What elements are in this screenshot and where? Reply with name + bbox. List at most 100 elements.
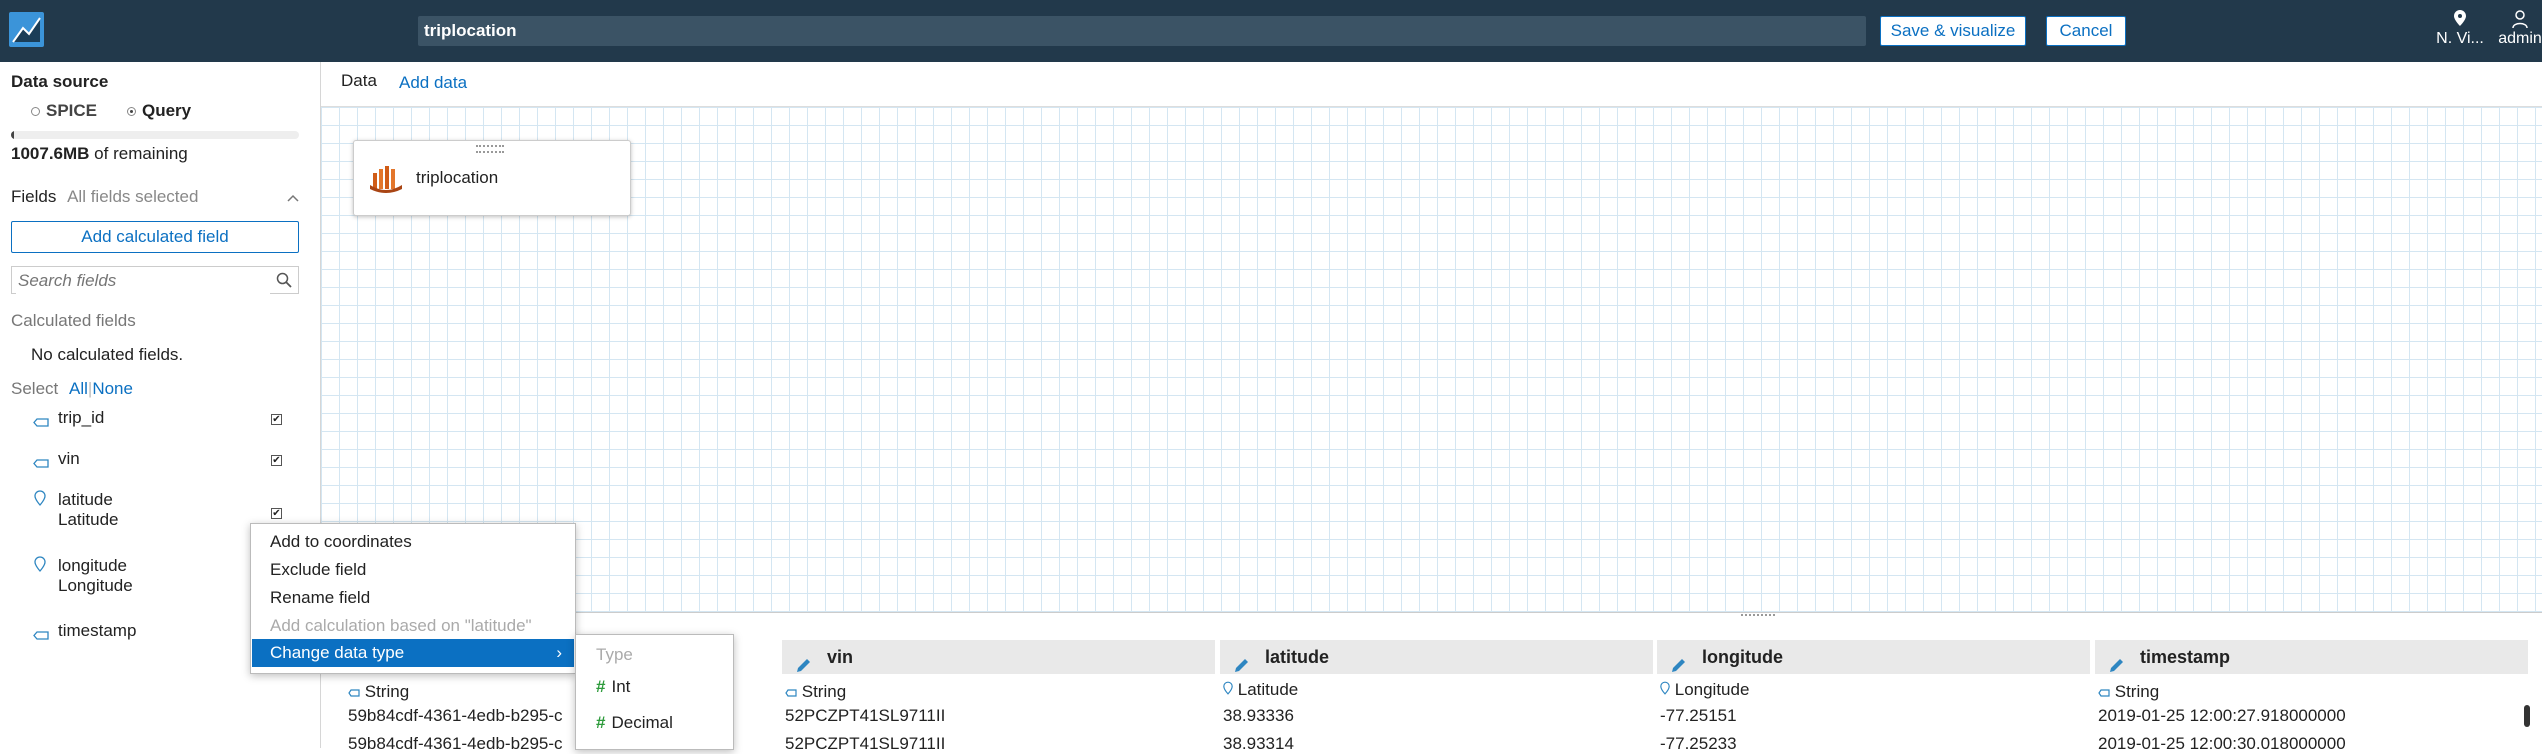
data-source-name: triplocation [416,168,499,187]
menu-item-rename-field[interactable]: Rename field [270,588,370,608]
remaining-suffix: of remaining [94,144,188,163]
search-fields [11,266,299,294]
save-visualize-button[interactable]: Save & visualize [1880,16,2026,46]
menu-item-exclude-field[interactable]: Exclude field [270,560,366,580]
search-fields-input[interactable] [16,268,270,294]
select-all-link[interactable]: All [69,379,88,398]
column-name: longitude [1702,647,1783,667]
field-checkbox-latitude[interactable]: ✔ [271,508,282,519]
data-source-card[interactable]: triplocation [353,140,631,216]
cancel-button[interactable]: Cancel [2046,16,2126,46]
menu-item-change-data-type[interactable]: Change data type › [252,639,574,667]
no-calculated-fields-text: No calculated fields. [31,345,184,364]
column-type-label: String [364,682,410,701]
spice-radio[interactable]: SPICE [31,101,97,121]
query-radio[interactable]: Query [127,101,191,121]
table-cell: 2019-01-25 12:00:30.018000000 [2098,734,2346,753]
menu-item-add-calculation: Add calculation based on "latitude" [270,616,532,635]
field-checkbox-vin[interactable]: ✔ [271,455,282,466]
collapse-chevron-icon[interactable] [287,188,299,208]
remaining-text: 1007.6MB of remaining [11,144,188,164]
spice-capacity-bar [11,131,299,139]
table-cell: 59b84cdf-4361-4edb-b295-c [348,706,563,725]
column-name: latitude [1265,647,1330,667]
user-icon [2490,10,2542,30]
field-item-trip-id[interactable]: trip_id [33,408,104,428]
edit-pencil-icon[interactable] [1671,650,1686,684]
field-name: vin [58,449,80,468]
edit-pencil-icon[interactable] [1234,650,1249,684]
fields-label: Fields [11,187,57,206]
option-label: Int [611,677,631,696]
option-label: Decimal [611,713,673,732]
field-item-vin[interactable]: vin [33,449,80,469]
column-type-label: Longitude [1674,680,1750,699]
column-type-label: String [2114,682,2160,701]
column-header-vin[interactable]: vin [782,640,1215,674]
column-header-latitude[interactable]: latitude [1220,640,1653,674]
select-none-link[interactable]: None [92,379,133,398]
fields-header: Fields All fields selected [11,187,198,207]
column-type: String [348,682,409,702]
geo-pin-icon [34,490,46,511]
geo-pin-icon [1660,680,1670,699]
field-name: longitude [58,556,128,575]
column-header-timestamp[interactable]: timestamp [2095,640,2528,674]
drag-handle[interactable] [476,145,504,153]
column-type-label: Latitude [1237,680,1299,699]
data-canvas [321,107,2542,612]
field-name: latitude [58,490,113,509]
table-cell: 52PCZPT41SL9711II [785,734,946,753]
number-hash-icon: # [596,713,606,732]
field-item-longitude[interactable]: longitude Longitude [33,556,133,596]
geo-pin-icon [1223,680,1233,699]
chevron-right-icon: › [556,643,562,662]
fields-selected-text: All fields selected [67,187,199,206]
dataset-name-input[interactable] [418,16,1866,46]
table-scrollbar[interactable] [2524,705,2530,727]
user-label: admin [2498,30,2542,47]
tab-data[interactable]: Data [341,71,377,91]
submenu-header: Type [596,645,633,664]
panel-splitter[interactable] [321,612,2542,621]
add-calculated-field-button[interactable]: Add calculated field [11,221,299,253]
table-cell: 38.93336 [1223,706,1294,725]
column-type-label: String [801,682,847,701]
table-cell: 2019-01-25 12:00:27.918000000 [2098,706,2346,725]
field-item-latitude[interactable]: latitude Latitude [33,490,119,530]
tab-add-data[interactable]: Add data [399,73,467,93]
user-menu[interactable]: admin [2490,10,2542,48]
field-item-timestamp[interactable]: timestamp [33,621,136,641]
splitter-grip[interactable] [1741,614,1775,616]
data-type-submenu: Type # Int # Decimal [575,634,734,750]
spice-capacity-fill [11,131,14,139]
field-geo-role: Latitude [58,510,119,529]
field-geo-role: Longitude [58,576,133,595]
main-tabs: Data Add data [321,62,2542,107]
location-pin-icon [2430,10,2490,30]
string-tag-icon [348,682,360,701]
column-header-longitude[interactable]: longitude [1657,640,2090,674]
menu-item-add-to-coordinates[interactable]: Add to coordinates [270,532,412,552]
region-selector[interactable]: N. Vi... [2430,10,2490,48]
query-radio-button[interactable] [127,107,136,117]
quicksight-logo[interactable] [9,12,44,47]
top-bar: Save & visualize Cancel N. Vi... admin [0,0,2542,62]
field-checkbox-trip-id[interactable]: ✔ [271,414,282,425]
spice-label: SPICE [46,101,98,120]
select-label: Select [11,379,59,398]
edit-pencil-icon[interactable] [2109,650,2124,684]
submenu-option-decimal[interactable]: # Decimal [596,713,673,733]
column-type: String [2098,682,2159,702]
submenu-option-int[interactable]: # Int [596,677,630,697]
column-type: Longitude [1660,680,1749,700]
search-icon[interactable] [276,272,292,293]
spice-radio-button[interactable] [31,107,40,117]
athena-icon [370,163,402,198]
field-name: trip_id [58,408,105,427]
edit-pencil-icon[interactable] [796,650,811,684]
remaining-value: 1007.6MB [11,144,90,163]
table-cell: -77.25233 [1660,734,1737,753]
table-cell: -77.25151 [1660,706,1737,725]
table-cell: 52PCZPT41SL9711II [785,706,946,725]
